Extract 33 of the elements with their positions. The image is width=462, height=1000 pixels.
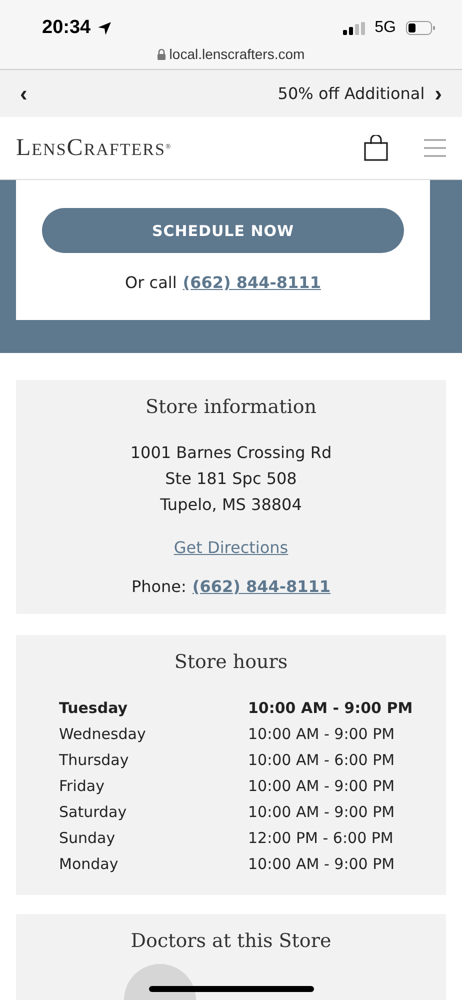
schedule-now-button[interactable]: SCHEDULE NOW — [42, 208, 404, 253]
section-title: Store information — [145, 396, 317, 418]
directions-link[interactable]: Get Directions — [174, 538, 288, 557]
next-button[interactable]: › — [430, 82, 446, 104]
address-line: 1001 Barnes Crossing Rd — [130, 442, 332, 464]
section-title: Doctors at this Store — [130, 930, 332, 952]
opening-hours: 10:00 AM - 9:00 PM — [248, 854, 396, 875]
section-title: Store hours — [174, 651, 288, 673]
address-line: Ste 181 Spc 508 — [164, 468, 298, 490]
day-name: Friday — [59, 776, 104, 797]
opening-hours: 12:00 PM - 6:00 PM — [248, 828, 394, 849]
phone-link[interactable]: (662) 844-8111 — [192, 577, 331, 596]
day-name: Tuesday — [59, 698, 128, 719]
day-name: Wednesday — [59, 724, 146, 745]
logo[interactable]: LENSCRAFTERS$^{®}$ — [16, 134, 172, 162]
day-name: Saturday — [59, 802, 127, 823]
phone-link[interactable]: (662) 844-8111 — [182, 273, 321, 292]
clock-time: 20:34 — [42, 17, 91, 39]
previous-button[interactable]: ‹ — [16, 82, 32, 104]
opening-hours: 10:00 AM - 6:00 PM — [248, 750, 396, 771]
address-line: Tupelo, MS 38804 — [159, 494, 303, 516]
day-name: Monday — [59, 854, 118, 875]
call-label: Or call — [125, 273, 177, 292]
phone-label: Phone: — [131, 577, 186, 596]
day-name: Sunday — [59, 828, 116, 849]
network-label: 5G — [374, 19, 396, 37]
opening-hours: 10:00 AM - 9:00 PM — [248, 802, 396, 823]
opening-hours: 10:00 AM - 9:00 PM — [248, 724, 396, 745]
opening-hours: 10:00 AM - 9:00 PM — [248, 776, 396, 797]
day-name: Thursday — [59, 750, 129, 771]
promo-text: 50% off Additional — [278, 84, 425, 103]
opening-hours: 10:00 AM - 9:00 PM — [248, 698, 414, 719]
url-text[interactable]: local.lenscrafters.com — [169, 46, 305, 62]
